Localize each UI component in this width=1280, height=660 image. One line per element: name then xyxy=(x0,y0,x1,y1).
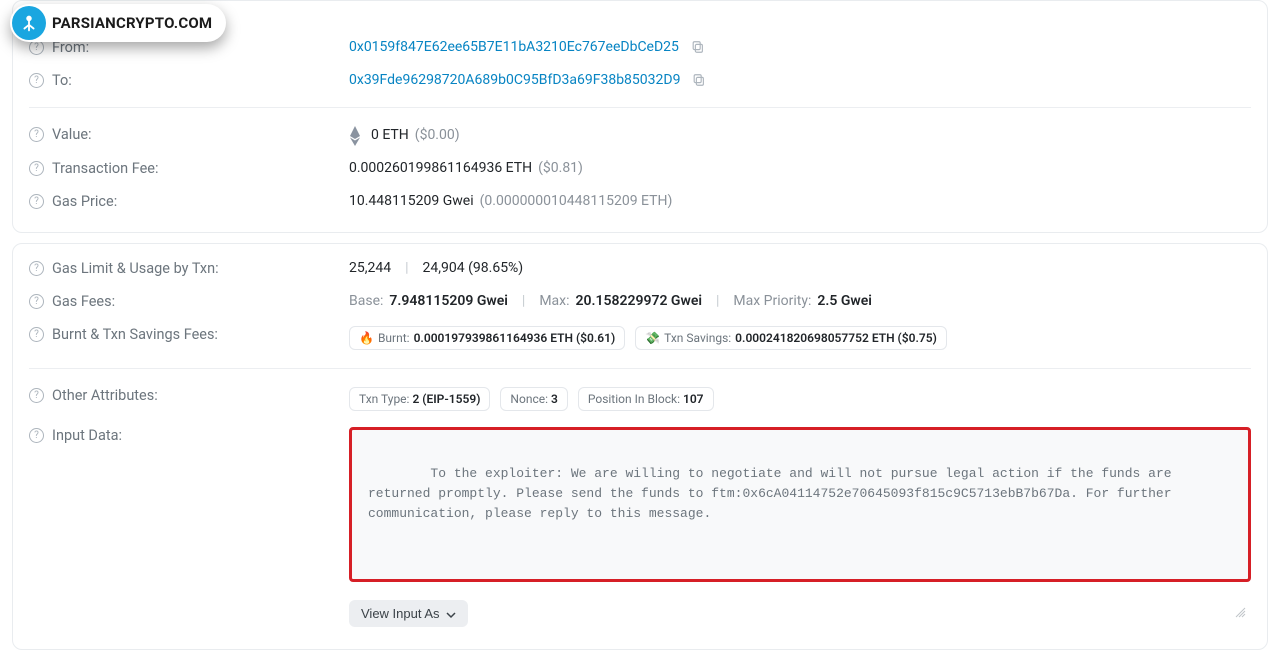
burnt-pill-value: 0.000197939861164936 ETH ($0.61) xyxy=(414,331,616,345)
view-input-as-button[interactable]: View Input As xyxy=(349,600,468,627)
gas-fees-label: Gas Fees: xyxy=(52,293,115,310)
separator: | xyxy=(522,293,525,309)
row-txn-fee: ? Transaction Fee: 0.000260199861164936 … xyxy=(29,152,1251,185)
row-other-attrs: ? Other Attributes: Txn Type: 2 (EIP-155… xyxy=(29,379,1251,419)
fee-label: Transaction Fee: xyxy=(52,160,159,177)
help-icon[interactable]: ? xyxy=(29,73,44,88)
resize-handle-icon[interactable] xyxy=(1234,565,1246,577)
gas-price-label: Gas Price: xyxy=(52,193,117,210)
row-value: ? Value: 0 ETH ($0.00) xyxy=(29,118,1251,152)
max-priority-value: 2.5 Gwei xyxy=(817,293,872,309)
separator: | xyxy=(716,293,719,309)
row-gas-fees: ? Gas Fees: Base: 7.948115209 Gwei | Max… xyxy=(29,285,1251,318)
fee-usd: ($0.81) xyxy=(538,160,583,176)
input-data-label: Input Data: xyxy=(52,427,122,444)
chevron-down-icon xyxy=(446,608,456,618)
position-label: Position In Block: xyxy=(588,392,680,406)
txn-type-pill: Txn Type: 2 (EIP-1559) xyxy=(349,387,490,411)
nonce-value: 3 xyxy=(551,392,558,406)
help-icon[interactable]: ? xyxy=(29,428,44,443)
gas-price-eth: (0.000000010448115209 ETH) xyxy=(480,193,673,209)
savings-pill-label: Txn Savings: xyxy=(664,331,731,345)
to-label: To: xyxy=(52,72,72,89)
row-to: ? To: 0x39Fde96298720A689b0C95BfD3a69F38… xyxy=(29,64,1251,97)
txn-type-label: Txn Type: xyxy=(359,392,409,406)
savings-pill-value: 0.000241820698057752 ETH ($0.75) xyxy=(735,331,937,345)
brand-logo-icon xyxy=(12,6,46,40)
fire-icon: 🔥 xyxy=(359,331,374,345)
gas-used-value: 24,904 (98.65%) xyxy=(423,260,524,276)
other-attrs-label: Other Attributes: xyxy=(52,387,158,404)
max-priority-label: Max Priority: xyxy=(733,293,811,309)
copy-icon[interactable] xyxy=(692,73,706,87)
help-icon[interactable]: ? xyxy=(29,327,44,342)
gas-price-gwei: 10.448115209 Gwei xyxy=(349,193,474,209)
help-icon[interactable]: ? xyxy=(29,194,44,209)
help-icon[interactable]: ? xyxy=(29,161,44,176)
burnt-label: Burnt & Txn Savings Fees: xyxy=(52,326,218,343)
brand-watermark: PARSIANCRYPTO.COM xyxy=(10,4,226,42)
help-icon[interactable]: ? xyxy=(29,388,44,403)
input-data-text: To the exploiter: We are willing to nego… xyxy=(368,466,1179,521)
nonce-label: Nonce: xyxy=(510,392,548,406)
help-icon[interactable]: ? xyxy=(29,261,44,276)
max-label: Max: xyxy=(539,293,569,309)
txn-type-value: 2 (EIP-1559) xyxy=(412,392,480,406)
row-input-data: ? Input Data: To the exploiter: We are w… xyxy=(29,419,1251,635)
position-pill: Position In Block: 107 xyxy=(578,387,714,411)
savings-pill: 💸 Txn Savings: 0.000241820698057752 ETH … xyxy=(635,326,947,350)
savings-icon: 💸 xyxy=(645,331,660,345)
input-data-textarea[interactable]: To the exploiter: We are willing to nego… xyxy=(349,427,1251,582)
burnt-pill: 🔥 Burnt: 0.000197939861164936 ETH ($0.61… xyxy=(349,326,625,350)
help-icon[interactable]: ? xyxy=(29,40,44,55)
brand-text: PARSIANCRYPTO.COM xyxy=(52,14,212,32)
row-burnt: ? Burnt & Txn Savings Fees: 🔥 Burnt: 0.0… xyxy=(29,318,1251,358)
help-icon[interactable]: ? xyxy=(29,294,44,309)
burnt-pill-label: Burnt: xyxy=(378,331,410,345)
fee-amount: 0.000260199861164936 ETH xyxy=(349,160,532,176)
divider xyxy=(29,107,1251,108)
to-address-link[interactable]: 0x39Fde96298720A689b0C95BfD3a69F38b85032… xyxy=(349,72,680,88)
divider xyxy=(29,368,1251,369)
nonce-pill: Nonce: 3 xyxy=(500,387,567,411)
help-icon[interactable]: ? xyxy=(29,127,44,142)
base-label: Base: xyxy=(349,293,383,309)
row-gas-price: ? Gas Price: 10.448115209 Gwei (0.000000… xyxy=(29,185,1251,218)
base-value: 7.948115209 Gwei xyxy=(389,293,508,309)
from-address-link[interactable]: 0x0159f847E62ee65B7E11bA3210Ec767eeDbCeD… xyxy=(349,39,679,55)
max-value: 20.158229972 Gwei xyxy=(576,293,703,309)
value-amount: 0 ETH xyxy=(371,127,409,143)
copy-icon[interactable] xyxy=(691,40,705,54)
separator: | xyxy=(405,260,408,276)
row-gas-limit: ? Gas Limit & Usage by Txn: 25,244 | 24,… xyxy=(29,252,1251,285)
gas-limit-value: 25,244 xyxy=(349,260,391,276)
value-label: Value: xyxy=(52,126,92,143)
txn-detail-card: ? Gas Limit & Usage by Txn: 25,244 | 24,… xyxy=(12,243,1268,650)
value-usd: ($0.00) xyxy=(415,127,460,143)
ethereum-icon xyxy=(349,126,361,144)
position-value: 107 xyxy=(683,392,704,406)
view-input-as-label: View Input As xyxy=(361,606,440,621)
gas-limit-label: Gas Limit & Usage by Txn: xyxy=(52,260,219,277)
